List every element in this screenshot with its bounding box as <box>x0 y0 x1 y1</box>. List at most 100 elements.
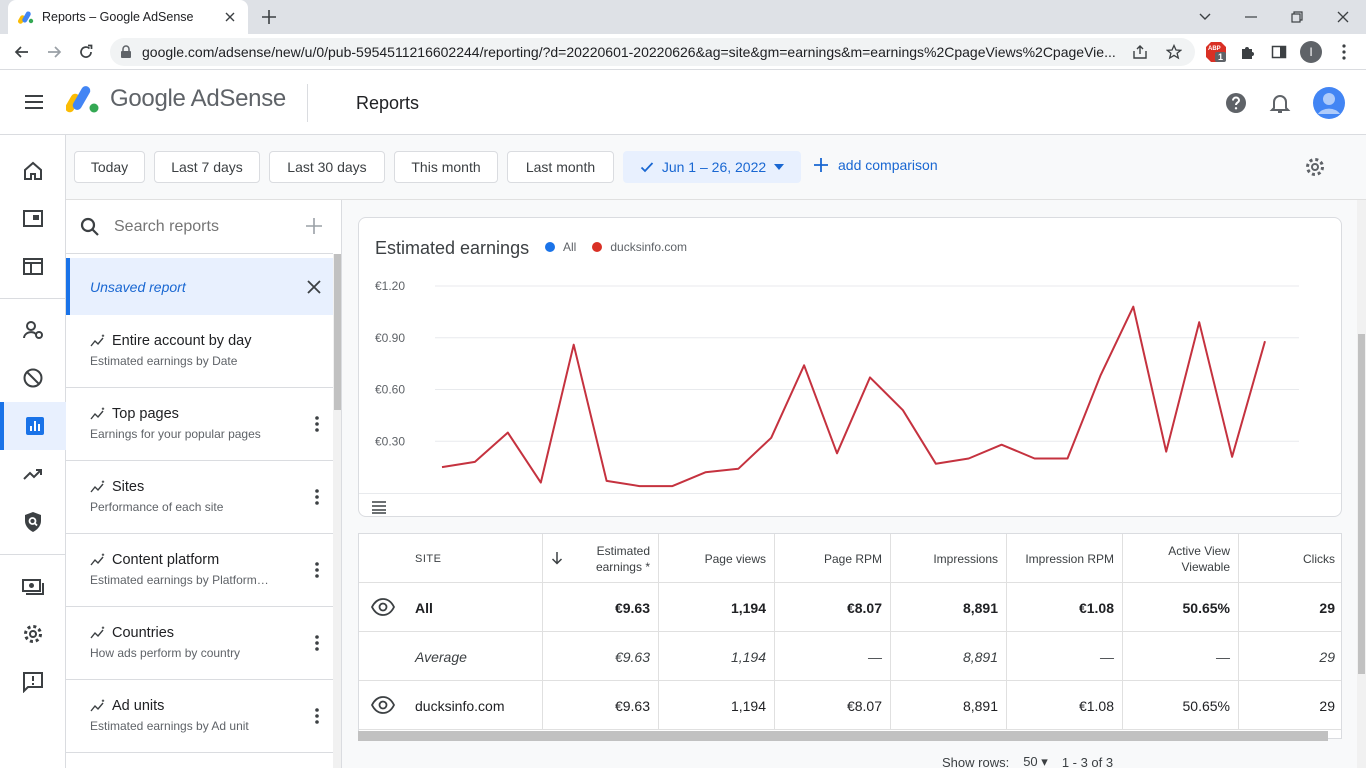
help-icon[interactable] <box>1224 91 1248 115</box>
report-subtitle: Performance of each site <box>90 500 224 514</box>
col-header-active-view[interactable]: Active View Viewable <box>1123 534 1239 583</box>
date-range-selector[interactable]: Jun 1 – 26, 2022 <box>623 151 801 183</box>
chip-today[interactable]: Today <box>74 151 145 183</box>
nav-optimization[interactable] <box>0 450 66 498</box>
restore-icon[interactable] <box>1274 0 1320 34</box>
col-header-page-views[interactable]: Page views <box>659 534 775 583</box>
unsaved-report-label: Unsaved report <box>90 278 186 295</box>
chip-last-month[interactable]: Last month <box>507 151 614 183</box>
tab-title: Reports – Google AdSense <box>42 10 194 24</box>
block-icon <box>22 367 44 389</box>
browser-tab[interactable]: Reports – Google AdSense <box>8 0 248 34</box>
nav-ads[interactable] <box>0 195 66 243</box>
report-settings-gear-icon[interactable] <box>1304 156 1326 178</box>
close-tab-icon[interactable] <box>222 9 238 25</box>
cell-site: All <box>359 583 543 632</box>
ads-display-icon <box>22 208 44 230</box>
report-item-ad-units[interactable]: Ad units Estimated earnings by Ad unit <box>66 680 333 753</box>
add-comparison-label: add comparison <box>838 157 938 173</box>
sort-descending-arrow-icon[interactable] <box>551 551 563 565</box>
chart-table-view-icon[interactable] <box>371 500 387 514</box>
share-icon[interactable] <box>1129 44 1151 60</box>
cell-impression-rpm: — <box>1007 632 1123 681</box>
address-bar[interactable]: google.com/adsense/new/u/0/pub-595451121… <box>110 38 1195 66</box>
more-vert-icon[interactable] <box>315 708 319 724</box>
forward-arrow-icon[interactable] <box>43 41 65 63</box>
more-vert-icon[interactable] <box>315 489 319 505</box>
legend-item-ducksinfo[interactable]: ducksinfo.com <box>592 240 687 254</box>
page-range: 1 - 3 of 3 <box>1061 754 1114 770</box>
more-vert-icon[interactable] <box>315 562 319 578</box>
col-header-impression-rpm[interactable]: Impression RPM <box>1007 534 1123 583</box>
nav-blocking-controls[interactable] <box>0 354 66 402</box>
cell-impressions: 8,891 <box>891 681 1007 730</box>
lock-icon[interactable] <box>120 45 132 59</box>
nav-account[interactable] <box>0 610 66 658</box>
reload-icon[interactable] <box>75 41 97 63</box>
chip-last-7-days[interactable]: Last 7 days <box>154 151 260 183</box>
report-item-countries[interactable]: Countries How ads perform by country <box>66 607 333 680</box>
side-panel-icon[interactable] <box>1268 41 1290 63</box>
notifications-bell-icon[interactable] <box>1268 91 1292 115</box>
report-item-content-platform[interactable]: Content platform Estimated earnings by P… <box>66 534 333 607</box>
report-item-sites[interactable]: Sites Performance of each site <box>66 461 333 534</box>
nav-policy-center[interactable] <box>0 498 66 546</box>
legend-item-all[interactable]: All <box>545 240 576 254</box>
nav-feedback[interactable] <box>0 658 66 706</box>
report-item-entire-account[interactable]: Entire account by day Estimated earnings… <box>66 315 333 388</box>
adblock-extension-icon[interactable]: ABP 1 <box>1205 41 1227 63</box>
nav-payments[interactable] <box>0 562 66 610</box>
tab-search-icon[interactable] <box>1182 0 1228 34</box>
close-window-icon[interactable] <box>1320 0 1366 34</box>
chip-last-30-days[interactable]: Last 30 days <box>269 151 385 183</box>
profile-avatar[interactable]: I <box>1300 41 1322 63</box>
report-subtitle: Estimated earnings by Platform… <box>90 573 269 587</box>
nav-sites[interactable] <box>0 243 66 291</box>
new-report-plus-icon[interactable] <box>305 217 323 235</box>
nav-privacy-messaging[interactable] <box>0 306 66 354</box>
search-reports-input[interactable] <box>114 217 284 236</box>
check-icon <box>640 162 654 173</box>
cell-active-view: 50.65% <box>1123 681 1239 730</box>
unsaved-report-item[interactable]: Unsaved report <box>66 258 333 315</box>
nav-reports[interactable] <box>0 402 66 450</box>
cell-site: ducksinfo.com <box>359 681 543 730</box>
report-item-top-pages[interactable]: Top pages Earnings for your popular page… <box>66 388 333 461</box>
earnings-line-chart: €0.30€0.60€0.90€1.20Jun 1Jun 4Jun 7Jun 1… <box>375 279 1299 488</box>
reports-scrollbar[interactable] <box>333 254 341 768</box>
adsense-logo[interactable]: Google AdSense <box>66 84 286 114</box>
add-comparison-button[interactable]: add comparison <box>814 157 938 173</box>
more-vert-icon[interactable] <box>315 635 319 651</box>
col-header-clicks[interactable]: Clicks <box>1239 534 1341 583</box>
cell-page-rpm: €8.07 <box>775 583 891 632</box>
chip-this-month[interactable]: This month <box>394 151 498 183</box>
cell-page-rpm: — <box>775 632 891 681</box>
sparkle-trend-icon <box>90 480 105 493</box>
sparkle-trend-icon <box>90 553 105 566</box>
cell-earnings: €9.63 <box>543 583 659 632</box>
col-header-page-rpm[interactable]: Page RPM <box>775 534 891 583</box>
table-horizontal-scrollbar[interactable] <box>358 731 1328 741</box>
cell-page-rpm: €8.07 <box>775 681 891 730</box>
extensions-puzzle-icon[interactable] <box>1237 41 1259 63</box>
col-header-label: Active View Viewable <box>1168 543 1230 574</box>
scrollbar-thumb[interactable] <box>334 254 341 410</box>
hamburger-menu-icon[interactable] <box>22 90 46 114</box>
account-avatar-icon[interactable] <box>1312 86 1346 120</box>
col-header-impressions[interactable]: Impressions <box>891 534 1007 583</box>
bookmark-star-icon[interactable] <box>1163 44 1185 60</box>
main-scrollbar[interactable] <box>1357 200 1366 768</box>
nav-home[interactable] <box>0 147 66 195</box>
close-icon[interactable] <box>307 279 321 294</box>
col-header-site[interactable]: SITE <box>359 534 543 583</box>
minimize-icon[interactable] <box>1228 0 1274 34</box>
table-row: Average €9.63 1,194 — 8,891 — — 29 <box>359 632 1341 681</box>
cell-active-view: 50.65% <box>1123 583 1239 632</box>
chart-footer <box>359 493 1341 516</box>
payments-icon <box>22 575 44 597</box>
scrollbar-thumb[interactable] <box>1358 334 1365 674</box>
back-arrow-icon[interactable] <box>11 41 33 63</box>
browser-menu-icon[interactable] <box>1333 41 1355 63</box>
more-vert-icon[interactable] <box>315 416 319 432</box>
new-tab-icon[interactable] <box>260 8 278 26</box>
